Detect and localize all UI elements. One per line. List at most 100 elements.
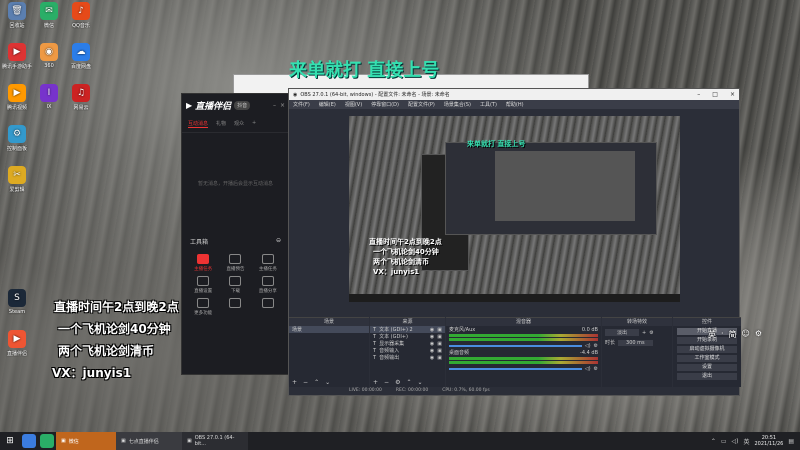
obs-menu-item[interactable]: 工具(T) [480,101,497,108]
ime-button[interactable]: ☺ [742,329,750,340]
mixer-volume-slider[interactable] [449,344,582,347]
browser-icon[interactable] [22,434,36,448]
desktop-icon[interactable]: I IX [34,84,64,110]
lock-icon[interactable]: ▣ [437,355,442,361]
obs-menu-item[interactable]: 场景集合(S) [444,101,471,108]
source-label: 音频输入 [379,348,400,354]
mixer-volume-slider[interactable] [449,367,582,370]
desktop-icon-label: 百度网盘 [70,64,91,70]
desktop-icon[interactable]: ✉ 微信 [34,2,64,29]
desktop-icon[interactable]: ✂ 爱剪辑 [2,166,32,193]
taskbar-task[interactable]: ▣ OBS 27.0.1 (64-bit... [182,432,248,450]
obs-minimize-icon[interactable]: – [697,91,700,98]
desktop-icon[interactable]: ☁ 百度网盘 [66,43,96,70]
visibility-eye-icon[interactable]: ◉ [430,348,434,354]
desktop-icon[interactable]: ⚙ 控制面板 [2,125,32,152]
obs-preview[interactable]: 来单就打 直接上号 直播时间午2点到晚2点 一个飞机论剑40分钟 两个飞机论剑清… [349,116,680,302]
obs-menu-item[interactable]: 帮助(H) [506,101,524,108]
transition-duration-input[interactable]: 300 ms [618,339,653,346]
desktop-icon[interactable]: ▶ 直播伴侣 [2,330,32,357]
mixer-settings-icon[interactable]: ⚙ [594,343,598,349]
obs-window[interactable]: ◉ OBS 27.0.1 (64-bit, windows) - 配置文件: 未… [288,88,741,396]
source-item[interactable]: T 显示器采集 ◉ ▣ [370,340,445,348]
visibility-eye-icon[interactable]: ◉ [430,327,434,333]
toolbox-more-icon[interactable]: ⊖ [276,237,281,246]
visibility-eye-icon[interactable]: ◉ [430,341,434,347]
clock[interactable]: 20:51 2021/11/26 [755,435,784,447]
source-item[interactable]: T 音频输入 ◉ ▣ [370,347,445,355]
mixer-settings-icon[interactable]: ⚙ [594,366,598,372]
transition-add-icon[interactable]: + [642,330,646,336]
preview-nested-preview [495,151,635,221]
obs-menu-item[interactable]: 编辑(E) [319,101,336,108]
lock-icon[interactable]: ▣ [437,334,442,340]
scene-item[interactable]: 场景 [289,326,369,333]
lock-icon[interactable]: ▣ [437,348,442,354]
source-item[interactable]: T 音频输出 ◉ ▣ [370,354,445,362]
toolbox-item[interactable]: 更多功能 [188,298,218,316]
ime-button[interactable]: 简 [729,329,737,340]
desktop-icon-label: 爱剪辑 [9,187,25,193]
source-item[interactable]: T 文本 (GDI+) 2 ◉ ▣ [370,326,445,333]
desktop-icon[interactable]: S Steam [2,289,32,315]
companion-tab[interactable]: 礼物 [216,120,226,128]
mixer-mute-icon[interactable]: ◁) [585,366,591,372]
ime-button[interactable]: 英 [708,329,716,340]
notification-icon[interactable]: ▤ [788,438,794,445]
ime-button[interactable]: · [721,329,724,340]
tray-expand-icon[interactable]: ⌃ [711,438,716,445]
companion-tab[interactable]: 互动消息 [188,120,209,128]
obs-menu-item[interactable]: 视图(V) [345,101,362,108]
companion-tab[interactable]: + [252,120,256,128]
toolbox-item[interactable]: 直播预告 [220,254,250,272]
toolbox-item[interactable] [253,298,283,316]
volume-icon[interactable]: ◁) [732,438,739,445]
network-icon[interactable]: ▭ [721,438,727,445]
toolbox-item[interactable]: 直播设置 [188,276,218,294]
toolbox-item[interactable]: 主播任务 [188,254,218,272]
toolbox-item[interactable]: 主播任务 [253,254,283,272]
transition-settings-icon[interactable]: ⚙ [649,330,653,336]
lock-icon[interactable]: ▣ [437,341,442,347]
ime-toolbar: 英 · 简 ☺ ⚙ [708,329,762,340]
input-method-icon[interactable]: 英 [743,437,749,446]
close-icon[interactable]: × [280,102,285,109]
desktop-icon[interactable]: ▶ 腾讯手游助手 [2,43,32,70]
companion-app-window[interactable]: ▶ 直播伴侣 抖音 – × 互动消息 礼物 观众 + 暂无消息，开播后会显示互动消息 … [181,93,290,375]
wechat-icon[interactable] [40,434,54,448]
obs-menu-item[interactable]: 配置文件(P) [408,101,435,108]
ime-button[interactable]: ⚙ [755,329,762,340]
companion-tab[interactable]: 观众 [234,120,244,128]
control-button[interactable]: 退出 [677,373,737,380]
control-button[interactable]: 启动虚拟摄像机 [677,346,737,353]
taskbar-task[interactable]: ▣ 微信 [56,432,116,450]
control-button[interactable]: 设置 [677,364,737,371]
lock-icon[interactable]: ▣ [437,327,442,333]
desktop-icon[interactable]: ♫ 网易云 [66,84,96,111]
desktop-icon[interactable]: 🗑 回收站 [2,2,32,29]
visibility-eye-icon[interactable]: ◉ [430,355,434,361]
mixer-mute-icon[interactable]: ◁) [585,343,591,349]
obs-menu-item[interactable]: 文件(F) [293,101,310,108]
desktop-icon[interactable]: ◉ 360 [34,43,64,69]
toolbox-item[interactable]: 直播分享 [253,276,283,294]
desktop-icon[interactable]: ▶ 腾讯视频 [2,84,32,111]
minimize-icon[interactable]: – [273,102,276,109]
obs-maximize-icon[interactable]: □ [712,91,718,98]
windows-start-icon[interactable]: ⊞ [0,432,20,450]
control-button[interactable]: 工作室模式 [677,355,737,362]
obs-menu-item[interactable]: 停靠窗口(D) [371,101,399,108]
obs-close-icon[interactable]: × [730,91,735,98]
visibility-eye-icon[interactable]: ◉ [430,334,434,340]
transition-select[interactable]: 淡出 [605,329,640,336]
toolbox-title: 工具箱 [190,239,209,246]
desktop-icon[interactable]: ♪ QQ音乐 [66,2,96,29]
toolbox-item[interactable] [220,298,250,316]
source-item[interactable]: T 文本 (GDI+) ◉ ▣ [370,333,445,341]
transitions-title: 转场特效 [602,318,672,326]
taskbar-task[interactable]: ▣ 七点直播伴侣 [116,432,182,450]
platform-badge[interactable]: 抖音 [234,100,251,110]
desktop-icon-label: Steam [8,309,26,315]
toolbox-item-label: 直播分享 [258,289,277,294]
toolbox-item[interactable]: 下载 [220,276,250,294]
